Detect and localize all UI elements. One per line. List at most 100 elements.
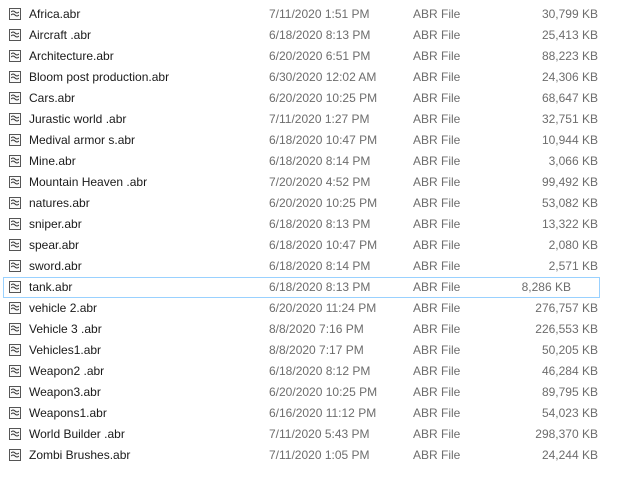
brush-file-icon xyxy=(9,344,21,356)
brush-file-icon xyxy=(9,323,21,335)
file-date-modified: 6/20/2020 10:25 PM xyxy=(269,91,378,105)
file-date-modified: 6/18/2020 10:47 PM xyxy=(269,133,378,147)
file-date-modified: 7/11/2020 5:43 PM xyxy=(269,427,370,441)
file-name: Weapon2 .abr xyxy=(29,364,105,378)
file-type: ABR File xyxy=(413,448,461,462)
file-row[interactable]: vehicle 2.abr 6/20/2020 11:24 PM ABR File 2… xyxy=(0,298,630,319)
file-size: 226,553 KB xyxy=(535,322,598,336)
file-row[interactable]: Mountain Heaven .abr 7/20/2020 4:52 PM ABR… xyxy=(0,172,630,193)
file-row[interactable]: sword.abr 6/18/2020 8:14 PM ABR File 2,571 … xyxy=(0,256,630,277)
file-type: ABR File xyxy=(413,70,461,84)
brush-file-icon xyxy=(9,428,21,440)
brush-file-icon xyxy=(9,260,21,272)
file-row[interactable]: Weapon2 .abr 6/18/2020 8:12 PM ABR File 46,… xyxy=(0,361,630,382)
file-row[interactable]: Aircraft .abr 6/18/2020 8:13 PM ABR File 25… xyxy=(0,25,630,46)
file-name: World Builder .abr xyxy=(29,427,125,441)
file-size: 25,413 KB xyxy=(541,28,598,42)
brush-file-icon xyxy=(9,8,21,20)
file-name: Africa.abr xyxy=(29,7,81,21)
file-type: ABR File xyxy=(413,427,461,441)
file-size: 50,205 KB xyxy=(541,343,598,357)
file-size: 68,647 KB xyxy=(541,91,598,105)
file-row[interactable]: Architecture.abr 6/20/2020 6:51 PM ABR Fil… xyxy=(0,46,630,67)
file-size: 88,223 KB xyxy=(541,49,598,63)
file-size: 89,795 KB xyxy=(541,385,598,399)
file-row[interactable]: sniper.abr 6/18/2020 8:13 PM ABR File 13,32… xyxy=(0,214,630,235)
file-type: ABR File xyxy=(413,238,461,252)
brush-file-icon xyxy=(9,134,21,146)
file-size: 276,757 KB xyxy=(535,301,598,315)
file-row[interactable]: Weapons1.abr 6/16/2020 11:12 PM ABR File 54… xyxy=(0,403,630,424)
file-type: ABR File xyxy=(413,385,461,399)
brush-file-icon xyxy=(9,197,21,209)
file-type: ABR File xyxy=(413,301,461,315)
file-name: Jurastic world .abr xyxy=(29,112,127,126)
file-type: ABR File xyxy=(413,217,461,231)
brush-file-icon xyxy=(9,92,21,104)
file-row[interactable]: Jurastic world .abr 7/11/2020 1:27 PM ABR … xyxy=(0,109,630,130)
file-name: Mountain Heaven .abr xyxy=(29,175,148,189)
file-size: 13,322 KB xyxy=(541,217,598,231)
file-row[interactable]: Weapon3.abr 6/20/2020 10:25 PM ABR File 89,… xyxy=(0,382,630,403)
file-row[interactable]: tank.abr 6/18/2020 8:13 PM ABR File 8,286 K… xyxy=(3,277,600,298)
file-size: 53,082 KB xyxy=(541,196,598,210)
file-size: 99,492 KB xyxy=(541,175,598,189)
file-row[interactable]: World Builder .abr 7/11/2020 5:43 PM ABR F… xyxy=(0,424,630,445)
file-row[interactable]: Medival armor s.abr 6/18/2020 10:47 PM ABR… xyxy=(0,130,630,151)
file-type: ABR File xyxy=(413,364,461,378)
file-date-modified: 6/18/2020 10:47 PM xyxy=(269,238,378,252)
file-type: ABR File xyxy=(413,154,461,168)
file-type: ABR File xyxy=(413,196,461,210)
brush-file-icon xyxy=(9,239,21,251)
brush-file-icon xyxy=(9,365,21,377)
file-type: ABR File xyxy=(413,322,461,336)
file-date-modified: 6/18/2020 8:13 PM xyxy=(269,280,371,294)
file-name: Medival armor s.abr xyxy=(29,133,136,147)
file-name: sniper.abr xyxy=(29,217,82,231)
file-row[interactable]: Zombi Brushes.abr 7/11/2020 1:05 PM ABR Fi… xyxy=(0,445,630,466)
file-name: tank.abr xyxy=(29,280,73,294)
file-size: 10,944 KB xyxy=(541,133,598,147)
file-type: ABR File xyxy=(413,406,461,420)
file-size: 2,080 KB xyxy=(548,238,598,252)
file-type: ABR File xyxy=(413,49,461,63)
file-row[interactable]: Mine.abr 6/18/2020 8:14 PM ABR File 3,066 K… xyxy=(0,151,630,172)
file-name: Weapon3.abr xyxy=(29,385,101,399)
brush-file-icon xyxy=(9,113,21,125)
file-size: 24,306 KB xyxy=(541,70,598,84)
file-date-modified: 6/20/2020 10:25 PM xyxy=(269,385,378,399)
file-row[interactable]: Cars.abr 6/20/2020 10:25 PM ABR File 68,647… xyxy=(0,88,630,109)
file-type: ABR File xyxy=(413,280,461,294)
file-row[interactable]: Africa.abr 7/11/2020 1:51 PM ABR File 30,79… xyxy=(0,4,630,25)
file-name: Weapons1.abr xyxy=(29,406,107,420)
file-type: ABR File xyxy=(413,175,461,189)
file-type: ABR File xyxy=(413,28,461,42)
file-date-modified: 6/20/2020 6:51 PM xyxy=(269,49,371,63)
brush-file-icon xyxy=(9,71,21,83)
brush-file-icon xyxy=(9,281,21,293)
file-type: ABR File xyxy=(413,343,461,357)
file-row[interactable]: Vehicle 3 .abr 8/8/2020 7:16 PM ABR File 22… xyxy=(0,319,630,340)
file-type: ABR File xyxy=(413,112,461,126)
file-size: 298,370 KB xyxy=(535,427,598,441)
file-date-modified: 6/18/2020 8:13 PM xyxy=(269,28,371,42)
file-row[interactable]: Bloom post production.abr 6/30/2020 12:02… xyxy=(0,67,630,88)
file-date-modified: 6/20/2020 11:24 PM xyxy=(269,301,377,315)
file-name: Vehicle 3 .abr xyxy=(29,322,102,336)
file-row[interactable]: spear.abr 6/18/2020 10:47 PM ABR File 2,080… xyxy=(0,235,630,256)
file-size: 24,244 KB xyxy=(541,448,598,462)
file-date-modified: 6/30/2020 12:02 AM xyxy=(269,70,377,84)
file-name: vehicle 2.abr xyxy=(29,301,98,315)
file-row[interactable]: Vehicles1.abr 8/8/2020 7:17 PM ABR File 50,… xyxy=(0,340,630,361)
file-size: 8,286 KB xyxy=(521,280,571,294)
file-date-modified: 7/11/2020 1:27 PM xyxy=(269,112,370,126)
file-name: Cars.abr xyxy=(29,91,76,105)
brush-file-icon xyxy=(9,50,21,62)
file-size: 46,284 KB xyxy=(541,364,598,378)
brush-file-icon xyxy=(9,176,21,188)
file-size: 32,751 KB xyxy=(541,112,598,126)
file-name: sword.abr xyxy=(29,259,82,273)
file-date-modified: 6/18/2020 8:12 PM xyxy=(269,364,371,378)
file-row[interactable]: natures.abr 6/20/2020 10:25 PM ABR File 53,… xyxy=(0,193,630,214)
file-date-modified: 6/20/2020 10:25 PM xyxy=(269,196,378,210)
